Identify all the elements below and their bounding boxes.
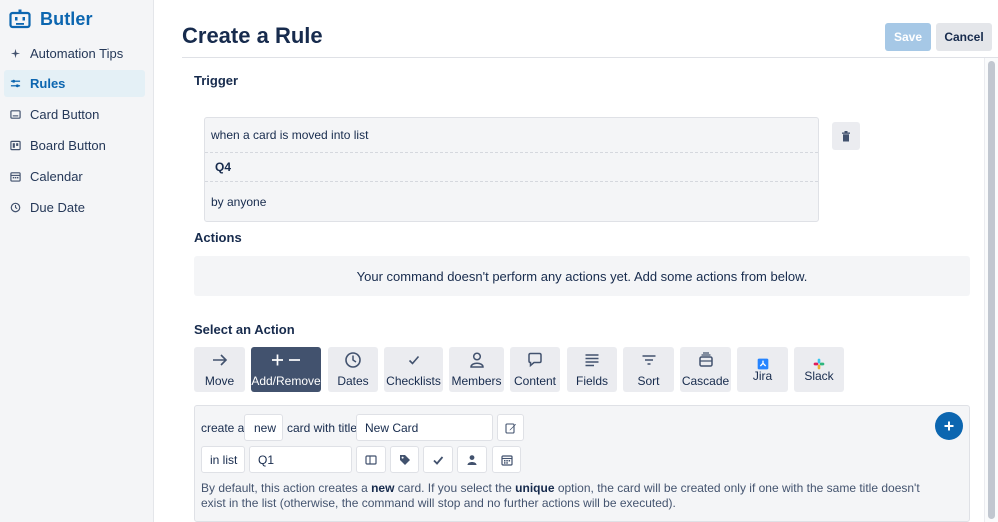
member-option-button[interactable] (457, 446, 487, 473)
sidebar-item-label: Card Button (30, 107, 100, 122)
plus-icon (944, 421, 954, 431)
delete-trigger-button[interactable] (832, 122, 860, 150)
trigger-box: when a card is moved into list Q4 by any… (204, 117, 819, 222)
tab-label: Dates (337, 374, 369, 388)
label-option-button[interactable] (390, 446, 419, 473)
sidebar-item-calendar[interactable]: Calendar (4, 163, 145, 190)
check-icon (384, 351, 443, 369)
tab-label: Cascade (681, 374, 730, 388)
actions-title: Actions (194, 230, 242, 245)
add-action-button[interactable] (935, 412, 963, 440)
in-list-dropdown[interactable]: in list (201, 446, 245, 473)
sidebar-item-label: Automation Tips (30, 46, 124, 61)
clock-icon (328, 351, 378, 369)
person-icon (467, 454, 477, 465)
tab-move[interactable]: Move (194, 347, 245, 392)
brand[interactable]: Butler (9, 7, 93, 31)
tab-label: Jira (752, 369, 773, 383)
tab-jira[interactable]: Jira (737, 347, 788, 392)
tab-label: Slack (804, 369, 834, 383)
trigger-title: Trigger (194, 73, 239, 88)
calendar-icon (8, 170, 22, 184)
tab-members[interactable]: Members (449, 347, 504, 392)
select-action-title: Select an Action (194, 322, 295, 337)
person-icon (449, 351, 504, 369)
empty-actions-message: Your command doesn't perform any actions… (194, 256, 970, 296)
sidebar-item-board-button[interactable]: Board Button (4, 132, 145, 159)
list-name-input[interactable]: Q1 (249, 446, 352, 473)
tab-label: Sort (637, 374, 660, 388)
scrollbar-thumb[interactable] (988, 61, 995, 519)
tab-label: Add/Remove (251, 374, 321, 388)
checklist-option-button[interactable] (423, 446, 453, 473)
save-button[interactable]: Save (885, 23, 931, 51)
tab-checklists[interactable]: Checklists (384, 347, 443, 392)
board-icon (8, 139, 22, 153)
tab-label: Checklists (386, 374, 441, 388)
sidebar-item-label: Due Date (30, 200, 85, 215)
calendar-icon (500, 454, 513, 466)
sidebar-item-automation-tips[interactable]: Automation Tips (4, 40, 145, 67)
create-a-label: create a (201, 421, 245, 435)
sliders-icon (8, 77, 22, 91)
sidebar-item-card-button[interactable]: Card Button (4, 101, 145, 128)
vertical-scrollbar[interactable] (984, 58, 998, 522)
tab-add-remove[interactable]: Add/Remove (251, 347, 321, 392)
trash-icon (842, 130, 850, 141)
card-icon (8, 108, 22, 122)
card-option-button[interactable] (356, 446, 386, 473)
edit-icon (504, 422, 516, 434)
tab-cascade[interactable]: Cascade (680, 347, 731, 392)
card-icon (365, 454, 377, 465)
sidebar-item-label: Board Button (30, 138, 106, 153)
sidebar-item-rules[interactable]: Rules (4, 70, 145, 97)
tab-label: Content (513, 374, 557, 388)
tab-sort[interactable]: Sort (623, 347, 674, 392)
tab-fields[interactable]: Fields (567, 347, 617, 392)
lines-icon (567, 351, 617, 369)
card-with-title-label: card with title (287, 421, 358, 435)
tab-label: Fields (575, 374, 608, 388)
plus-minus-icon (251, 351, 321, 369)
header-divider (182, 57, 998, 58)
cancel-button[interactable]: Cancel (936, 23, 992, 51)
trigger-condition: when a card is moved into list (205, 118, 818, 153)
sparkle-icon (8, 47, 22, 61)
tab-dates[interactable]: Dates (328, 347, 378, 392)
edit-title-button[interactable] (497, 414, 524, 441)
new-unique-dropdown[interactable]: new (244, 414, 283, 441)
page-title: Create a Rule (182, 23, 323, 48)
date-option-button[interactable] (492, 446, 521, 473)
app-name: Butler (40, 8, 93, 29)
arrow-right-icon (194, 351, 245, 369)
sidebar: Butler Automation Tips Rules Card Button… (0, 0, 154, 522)
check-icon (433, 455, 444, 465)
sidebar-item-label: Calendar (30, 169, 83, 184)
sort-icon (623, 351, 674, 369)
tab-content[interactable]: Content (510, 347, 560, 392)
tab-slack[interactable]: Slack (794, 347, 844, 392)
cascade-icon (680, 351, 731, 369)
action-help-text: By default, this action creates a new ca… (201, 481, 920, 510)
tab-label: Move (204, 374, 235, 388)
trigger-actor: by anyone (211, 195, 267, 209)
tab-label: Members (451, 374, 502, 388)
card-title-input[interactable]: New Card (356, 414, 493, 441)
butler-robot-icon (9, 9, 31, 29)
clock-icon (8, 201, 22, 215)
trigger-list-name: Q4 (205, 153, 818, 182)
sidebar-item-label: Rules (30, 76, 66, 91)
tag-icon (399, 454, 410, 465)
comment-icon (510, 351, 560, 369)
sidebar-item-due-date[interactable]: Due Date (4, 194, 145, 221)
